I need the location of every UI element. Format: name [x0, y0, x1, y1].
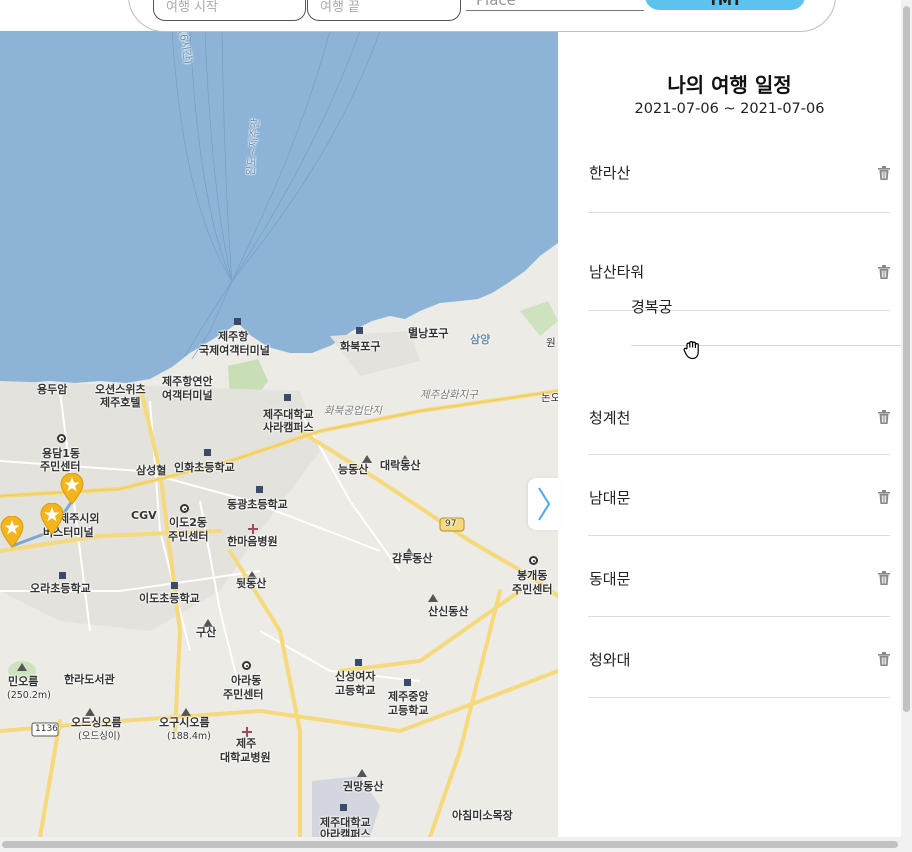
- map-label: 오라초등학교: [30, 582, 91, 595]
- vertical-scrollbar[interactable]: [901, 0, 912, 852]
- map-label: 화북포구: [340, 340, 381, 353]
- admin-office-icon: [242, 661, 251, 670]
- trash-icon[interactable]: [878, 265, 890, 279]
- map-label: 제주항연안: [162, 375, 213, 388]
- map-label: 논오: [541, 392, 558, 404]
- map-marker-star-icon[interactable]: [40, 503, 64, 535]
- itinerary-item-label: 청와대: [589, 651, 631, 669]
- dragging-itinerary-item[interactable]: 경복궁: [631, 296, 901, 346]
- map-label: 권망동산: [343, 780, 384, 793]
- map-label: (오드싱이): [78, 731, 121, 742]
- search-bar: 여행 시작 여행 끝 Place TMT: [128, 0, 836, 32]
- itinerary-item[interactable]: 동대문: [588, 536, 890, 617]
- admin-office-icon: [529, 556, 538, 565]
- itinerary-item-label: 동대문: [589, 570, 631, 588]
- map-label: 구산: [196, 626, 217, 639]
- map-label: 동광초등학교: [227, 498, 288, 511]
- place-input[interactable]: Place: [466, 0, 644, 11]
- map-label: 여객터미널: [162, 389, 213, 402]
- map-label: 이도초등학교: [139, 592, 200, 605]
- route-shield: 1136: [35, 724, 58, 734]
- horizontal-scrollbar-thumb[interactable]: [2, 841, 898, 848]
- tmt-button[interactable]: TMT: [645, 0, 805, 10]
- route-shield: 97: [445, 519, 457, 529]
- map-label: (250.2m): [7, 690, 51, 701]
- trash-icon[interactable]: [878, 410, 890, 424]
- map-label: 아라동: [231, 674, 262, 687]
- itinerary-panel: 나의 여행 일정 2021-07-06 ~ 2021-07-06 한라산 남산타…: [558, 31, 901, 837]
- trash-icon[interactable]: [878, 571, 890, 585]
- itinerary-item-label: 남산타워: [589, 263, 645, 281]
- itinerary-item[interactable]: 남대문: [588, 455, 890, 536]
- map-label: 오드싱오름: [71, 716, 122, 729]
- map-marker-star-icon[interactable]: [0, 516, 24, 548]
- map-label: 화북공업단지: [324, 405, 382, 417]
- itinerary-item-label: 한라산: [589, 164, 631, 182]
- map-label: 고등학교: [388, 704, 429, 717]
- end-date-input[interactable]: 여행 끝: [307, 0, 461, 21]
- map-view[interactable]: (6시간) 완도~제주간 제주항 국제여객터미널 화북포구 별낭포구 삼양 원 …: [0, 31, 558, 837]
- chevron-right-icon: [538, 487, 551, 521]
- map-label: 오션스위츠: [95, 383, 146, 396]
- map-label: 한마음병원: [227, 535, 278, 548]
- itinerary-item[interactable]: 한라산: [588, 132, 890, 213]
- map-label: 용담1동: [42, 447, 81, 460]
- map-label: 고등학교: [335, 684, 376, 697]
- map-label: 사라캠퍼스: [263, 421, 314, 434]
- admin-office-icon: [180, 504, 189, 513]
- map-label: 봉개동: [517, 569, 548, 582]
- itinerary-item[interactable]: 청계천: [588, 374, 890, 455]
- map-label: 제주항: [218, 330, 249, 343]
- trash-icon[interactable]: [878, 166, 890, 180]
- vertical-scrollbar-thumb[interactable]: [903, 6, 910, 712]
- map-label: 주민센터: [168, 530, 209, 543]
- map-label: 별낭포구: [408, 327, 449, 340]
- map-label: 국제여객터미널: [199, 344, 270, 357]
- itinerary-item-label: 청계천: [589, 409, 631, 427]
- map-label: 산신동산: [428, 605, 469, 618]
- map-marker-star-icon[interactable]: [60, 473, 84, 505]
- map-label: 대락동산: [380, 459, 421, 472]
- map-label: 제주시외: [59, 512, 100, 525]
- map-label: 주민센터: [512, 583, 553, 596]
- map-label: 제주삼화지구: [420, 389, 478, 401]
- map-label: (188.4m): [167, 731, 211, 742]
- map-label: 신성여자: [335, 670, 376, 683]
- map-label: 삼성혈: [136, 464, 167, 477]
- map-label: 아라캠퍼스: [320, 828, 371, 838]
- map-label: 뒷동산: [236, 577, 267, 590]
- trash-icon[interactable]: [878, 652, 890, 666]
- map-label: 용두암: [37, 383, 68, 396]
- map-label: 삼양: [470, 333, 491, 346]
- map-label: 이도2동: [169, 516, 208, 529]
- map-label: 대학교병원: [220, 751, 271, 764]
- map-label: 한라도서관: [64, 673, 115, 686]
- map-label: 인화초등학교: [174, 461, 235, 474]
- start-date-input[interactable]: 여행 시작: [153, 0, 306, 21]
- itinerary-item-label: 남대문: [589, 489, 631, 507]
- map-label: 제주대학교: [263, 408, 314, 421]
- map-label: 제주: [236, 737, 257, 750]
- map-label: 원: [546, 337, 556, 349]
- map-label: 감투동산: [392, 552, 433, 565]
- map-label: CGV: [131, 509, 157, 522]
- trash-icon[interactable]: [878, 490, 890, 504]
- map-label: 오구시오름: [159, 716, 210, 729]
- map-label: 주민센터: [223, 688, 264, 701]
- panel-toggle-button[interactable]: [528, 478, 560, 530]
- map-label: 능동산: [338, 463, 369, 476]
- map-label: 민오름: [8, 675, 39, 688]
- map-label: 아침미소목장: [452, 809, 513, 822]
- map-label: 제주호텔: [100, 396, 141, 409]
- grab-cursor-icon: [683, 341, 699, 360]
- panel-title: 나의 여행 일정: [667, 73, 792, 97]
- map-label: 주민센터: [40, 460, 81, 473]
- horizontal-scrollbar[interactable]: [0, 837, 901, 852]
- date-range: 2021-07-06 ~ 2021-07-06: [634, 101, 825, 117]
- itinerary-item[interactable]: 청와대: [588, 617, 890, 698]
- dragging-item-label: 경복궁: [631, 298, 673, 316]
- map-label: 제주중앙: [388, 690, 429, 703]
- admin-office-icon: [57, 434, 66, 443]
